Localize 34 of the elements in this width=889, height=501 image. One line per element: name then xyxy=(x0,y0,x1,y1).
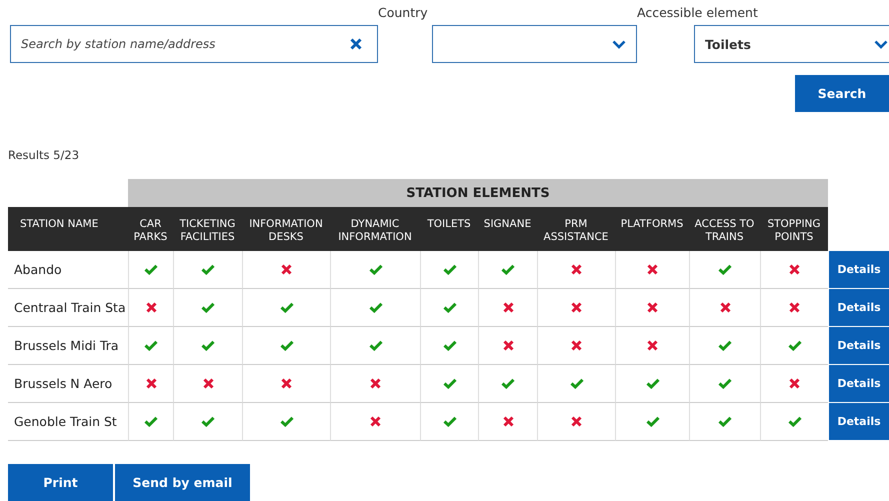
clear-icon[interactable] xyxy=(350,38,362,50)
column-header: CAR PARKS xyxy=(128,207,173,251)
column-header: TICKETING FACILITIES xyxy=(173,207,242,251)
search-field[interactable]: Search by station name/address xyxy=(10,25,378,63)
column-header: STATION NAME xyxy=(8,207,128,251)
column-header: ACCESS TO TRAINS xyxy=(689,207,760,251)
field-label: Country xyxy=(378,5,429,22)
column-header: PLATFORMS xyxy=(615,207,689,251)
station-name-cell: Centraal Train Sta xyxy=(8,289,128,327)
details-button[interactable]: Details xyxy=(829,289,889,326)
details-button[interactable]: Details xyxy=(829,251,889,288)
group-header: STATION ELEMENTS xyxy=(128,179,828,207)
column-header: STOPPING POINTS xyxy=(760,207,828,251)
chevron-down-icon xyxy=(612,40,626,48)
email-button[interactable]: Send by email xyxy=(115,464,250,501)
column-header: TOILETS xyxy=(420,207,478,251)
search-button[interactable]: Search xyxy=(795,75,889,112)
column-header: DYNAMIC INFORMATION xyxy=(330,207,420,251)
accessible-element-dropdown[interactable]: Toilets xyxy=(694,25,889,63)
station-name-cell: Abando xyxy=(8,251,128,289)
print-button[interactable]: Print xyxy=(8,464,113,501)
column-header: PRM ASSISTANCE xyxy=(537,207,615,251)
details-button[interactable]: Details xyxy=(829,403,889,440)
column-header: INFORMATION DESKS xyxy=(242,207,330,251)
station-name-cell: Genoble Train St xyxy=(8,403,128,441)
chevron-down-icon xyxy=(874,40,888,48)
details-button[interactable]: Details xyxy=(829,365,889,402)
column-header: SIGNANE xyxy=(478,207,537,251)
results-count: Results 5/23 xyxy=(8,148,80,162)
country-dropdown[interactable] xyxy=(432,25,637,63)
station-name-cell: Brussels Midi Tra xyxy=(8,327,128,365)
details-button[interactable]: Details xyxy=(829,327,889,364)
station-name-cell: Brussels N Aero xyxy=(8,365,128,403)
field-label: Accessible element xyxy=(637,5,759,22)
